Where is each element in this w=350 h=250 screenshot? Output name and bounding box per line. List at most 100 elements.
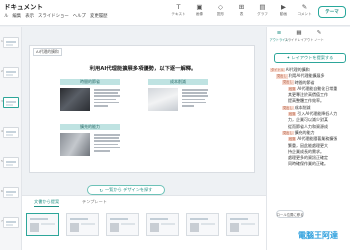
document-title[interactable]: ドキュメント xyxy=(4,1,43,11)
design-card[interactable] xyxy=(226,213,259,236)
block-label-scale[interactable]: 擴充的能力 xyxy=(60,124,120,130)
outline-text: 同時確保作業的正確。 xyxy=(288,161,328,167)
outline-tag: 段落 xyxy=(288,86,297,92)
tab-doc-suggestions[interactable]: 文書から提案 xyxy=(34,199,60,207)
tool-image[interactable]: ▣ 画像 xyxy=(189,3,210,23)
outline-text: 其更專注於高價值工作 xyxy=(288,92,328,98)
outline-text: 力，企業可以減少對某 xyxy=(288,117,328,123)
outline-item[interactable]: 同時確保作業的正確。 xyxy=(270,161,350,167)
insert-toolbar: T テキスト ▣ 画像 ◇ 図形 ⊞ 表 ▤ グラフ ▶ 動画 ✎ コメント xyxy=(168,3,315,23)
menu-bar: ル 編集 表示 スライドショー ヘルプ 変更履歴 xyxy=(4,13,108,19)
outline-text: AI代理能隨著業務擴張 xyxy=(297,136,338,142)
outline-text: 提高整體工作效率。 xyxy=(288,98,324,104)
slide-canvas[interactable]: AI代理的擴和 利用AI代理能擴展多項優勢，以下逐一解釋。 時間的節省 成本削減… xyxy=(29,45,255,173)
outline-text: 成本削減 xyxy=(294,104,311,110)
outline-text: AI代理能自動化日常重 xyxy=(297,85,338,91)
slide-thumbnail-panel: 1 2 3 4 5 6 7 xyxy=(0,27,22,250)
design-card[interactable] xyxy=(66,213,99,236)
comment-icon: ✎ xyxy=(301,3,308,11)
slide-thumbnail[interactable] xyxy=(3,187,19,198)
tool-video[interactable]: ▶ 動画 xyxy=(273,3,294,23)
menu-item-help[interactable]: ヘルプ xyxy=(73,13,86,19)
menu-item-history[interactable]: 変更履歴 xyxy=(90,13,108,19)
outline-icon: ≡ xyxy=(276,30,282,36)
block-photo[interactable] xyxy=(60,88,90,111)
tool-table[interactable]: ⊞ 表 xyxy=(231,3,252,23)
watermark-logo: 電腦王阿達 xyxy=(298,231,338,240)
outline-text: 時間的節省 xyxy=(294,79,315,85)
layout-icon: ▦ xyxy=(296,30,302,36)
design-card[interactable] xyxy=(26,213,59,236)
block-text[interactable] xyxy=(94,134,120,152)
top-bar: ドキュメント ル 編集 表示 スライドショー ヘルプ 変更履歴 T テキスト ▣… xyxy=(0,0,350,26)
find-design-label: 一覧から デザインを探す xyxy=(105,187,153,192)
tool-label: 図形 xyxy=(216,12,225,16)
block-photo[interactable] xyxy=(148,88,178,111)
design-card[interactable] xyxy=(186,213,219,236)
outline-text: 繁重，因此能處理更大 xyxy=(288,142,328,148)
block-label-cost[interactable]: 成本削減 xyxy=(148,79,208,85)
tool-chart[interactable]: ▤ グラフ xyxy=(252,3,273,23)
image-icon: ▣ xyxy=(196,3,203,11)
outline-tree: タイトル AI代理的擴和 見出し 利用AI代理能擴展多 見出し 時間的節省 段落 AI代… xyxy=(270,67,350,168)
design-card[interactable] xyxy=(106,213,139,236)
tab-notes[interactable]: ✎ ノート xyxy=(311,30,327,42)
outline-tag: 見出し xyxy=(282,105,294,110)
tab-slide-layout[interactable]: ▦ スライドレイアウト xyxy=(285,30,314,42)
note-icon: ✎ xyxy=(316,30,322,36)
block-text[interactable] xyxy=(94,89,120,107)
slide-thumbnail[interactable] xyxy=(3,127,19,138)
menu-item-file[interactable]: ル xyxy=(4,13,8,19)
tool-label: テキスト xyxy=(171,12,186,16)
outline-text: AI代理的擴和 xyxy=(285,67,310,72)
block-text[interactable] xyxy=(182,89,208,107)
panel-tabs: ≡ アウトライン ▦ スライドレイアウト ✎ ノート xyxy=(269,30,327,42)
slide-thumbnail[interactable] xyxy=(3,157,19,168)
scroll-to-position-button[interactable]: ロール位置に移る xyxy=(276,210,304,218)
design-card[interactable] xyxy=(146,213,179,236)
tab-label: ノート xyxy=(314,38,324,42)
tool-text[interactable]: T テキスト xyxy=(168,3,189,23)
outline-tag: 段落 xyxy=(288,137,297,142)
outline-tag: タイトル xyxy=(270,67,285,73)
tool-comment[interactable]: ✎ コメント xyxy=(294,3,315,23)
outline-tag: 見出し xyxy=(282,80,294,85)
slide-heading[interactable]: 利用AI代理能擴展多項優勢，以下逐一解釋。 xyxy=(30,64,256,72)
suggest-layout-button[interactable]: ✦ レイアウトを提案する xyxy=(274,53,346,63)
outline-text: 處理更多的資訊正確定 xyxy=(288,155,328,161)
outline-tag: 段落 xyxy=(288,111,297,117)
theme-button[interactable]: テーマ xyxy=(318,6,346,18)
slide-thumbnail[interactable] xyxy=(3,217,19,228)
slide-thumbnail-active[interactable] xyxy=(3,97,19,108)
tool-label: 表 xyxy=(239,12,244,16)
slide-thumbnail[interactable] xyxy=(3,37,19,48)
tool-label: グラフ xyxy=(257,12,268,16)
outline-text: 從而節省人力和資源成 xyxy=(288,123,328,129)
tool-shape[interactable]: ◇ 図形 xyxy=(210,3,231,23)
text-icon: T xyxy=(176,3,181,11)
tool-label: 動画 xyxy=(279,12,288,16)
chart-icon: ▤ xyxy=(259,3,266,11)
block-label-time[interactable]: 時間的節省 xyxy=(60,79,120,85)
menu-item-view[interactable]: 表示 xyxy=(25,13,34,19)
video-icon: ▶ xyxy=(281,3,286,11)
outline-tag: 見出し xyxy=(276,74,288,79)
outline-text: 引入AI代理能降低人力 xyxy=(297,111,338,117)
table-icon: ⊞ xyxy=(238,3,245,11)
tab-templates[interactable]: テンプレート xyxy=(82,199,107,205)
find-design-button[interactable]: ↻ 一覧から デザインを探す xyxy=(87,185,165,195)
outline-text: 擴充的能力 xyxy=(294,129,315,135)
app-window: ドキュメント ル 編集 表示 スライドショー ヘルプ 変更履歴 T テキスト ▣… xyxy=(0,0,350,250)
outline-text: 持企業成長的需求。 xyxy=(288,148,324,154)
tool-label: コメント xyxy=(297,12,312,16)
menu-item-edit[interactable]: 編集 xyxy=(12,13,21,19)
design-suggestions-panel: 文書から提案 テンプレート xyxy=(22,195,266,250)
block-photo[interactable] xyxy=(60,133,90,156)
outline-tag: 見出し xyxy=(282,130,294,136)
outline-panel: ≡ アウトライン ▦ スライドレイアウト ✎ ノート ✦ レイアウトを提案する … xyxy=(266,27,350,250)
shape-icon: ◇ xyxy=(218,3,223,11)
slide-thumbnail[interactable] xyxy=(3,67,19,78)
tab-label: スライドレイアウト xyxy=(284,38,314,42)
slide-title-tag[interactable]: AI代理的擴和 xyxy=(33,48,62,56)
menu-item-slideshow[interactable]: スライドショー xyxy=(38,13,69,19)
